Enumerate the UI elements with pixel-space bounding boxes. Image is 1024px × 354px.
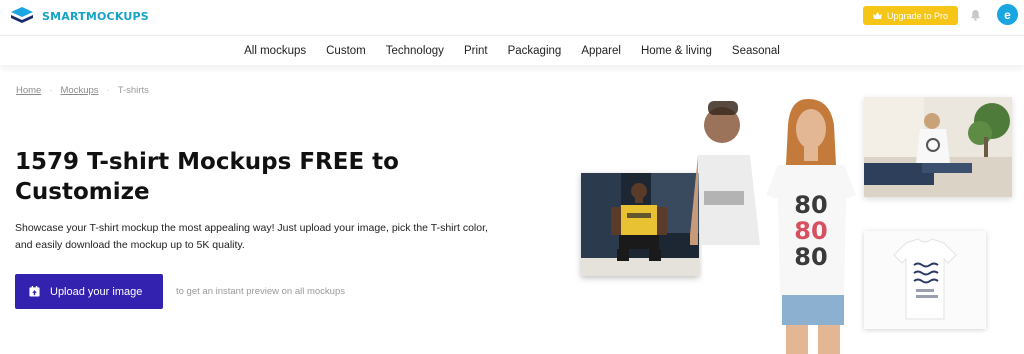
top-bar: SMARTMOCKUPS Upgrade to Pro e: [0, 0, 1024, 35]
nav-item-seasonal[interactable]: Seasonal: [722, 45, 790, 57]
upload-image-icon: [29, 286, 40, 297]
avatar[interactable]: e: [997, 4, 1018, 25]
svg-text:80: 80: [794, 217, 827, 245]
nav-item-print[interactable]: Print: [454, 45, 498, 57]
logo[interactable]: SMARTMOCKUPS: [10, 6, 149, 26]
breadcrumb-home[interactable]: Home: [16, 85, 41, 96]
crown-icon: [873, 12, 882, 19]
nav-item-packaging[interactable]: Packaging: [498, 45, 572, 57]
nav-item-apparel[interactable]: Apparel: [571, 45, 631, 57]
upload-hint: to get an instant preview on all mockups: [176, 286, 345, 297]
breadcrumb-separator: ·: [106, 85, 110, 96]
main-nav: All mockups Custom Technology Print Pack…: [0, 35, 1024, 65]
page-title: 1579 T-shirt Mockups FREE to Customize: [15, 149, 399, 205]
mockup-photo-seated-man: [581, 173, 699, 276]
breadcrumb: Home · Mockups · T-shirts: [16, 85, 149, 96]
nav-item-custom[interactable]: Custom: [316, 45, 376, 57]
upgrade-to-pro-button[interactable]: Upgrade to Pro: [863, 6, 958, 25]
svg-text:80: 80: [794, 243, 827, 271]
upload-image-button[interactable]: Upload your image: [15, 274, 163, 309]
nav-item-all-mockups[interactable]: All mockups: [234, 45, 316, 57]
mockup-photo-models: 80 80 80: [690, 95, 890, 354]
svg-text:80: 80: [794, 191, 827, 219]
logo-text: SMARTMOCKUPS: [42, 9, 149, 23]
bell-icon[interactable]: [970, 9, 981, 21]
page-description: Showcase your T-shirt mockup the most ap…: [15, 222, 488, 251]
breadcrumb-separator: ·: [49, 85, 53, 96]
breadcrumb-mockups[interactable]: Mockups: [61, 85, 99, 96]
upgrade-label: Upgrade to Pro: [886, 10, 949, 21]
nav-item-home-living[interactable]: Home & living: [631, 45, 722, 57]
breadcrumb-current: T-shirts: [117, 85, 149, 96]
nav-item-technology[interactable]: Technology: [376, 45, 454, 57]
upload-image-label: Upload your image: [50, 285, 143, 298]
logo-icon: [11, 7, 33, 23]
